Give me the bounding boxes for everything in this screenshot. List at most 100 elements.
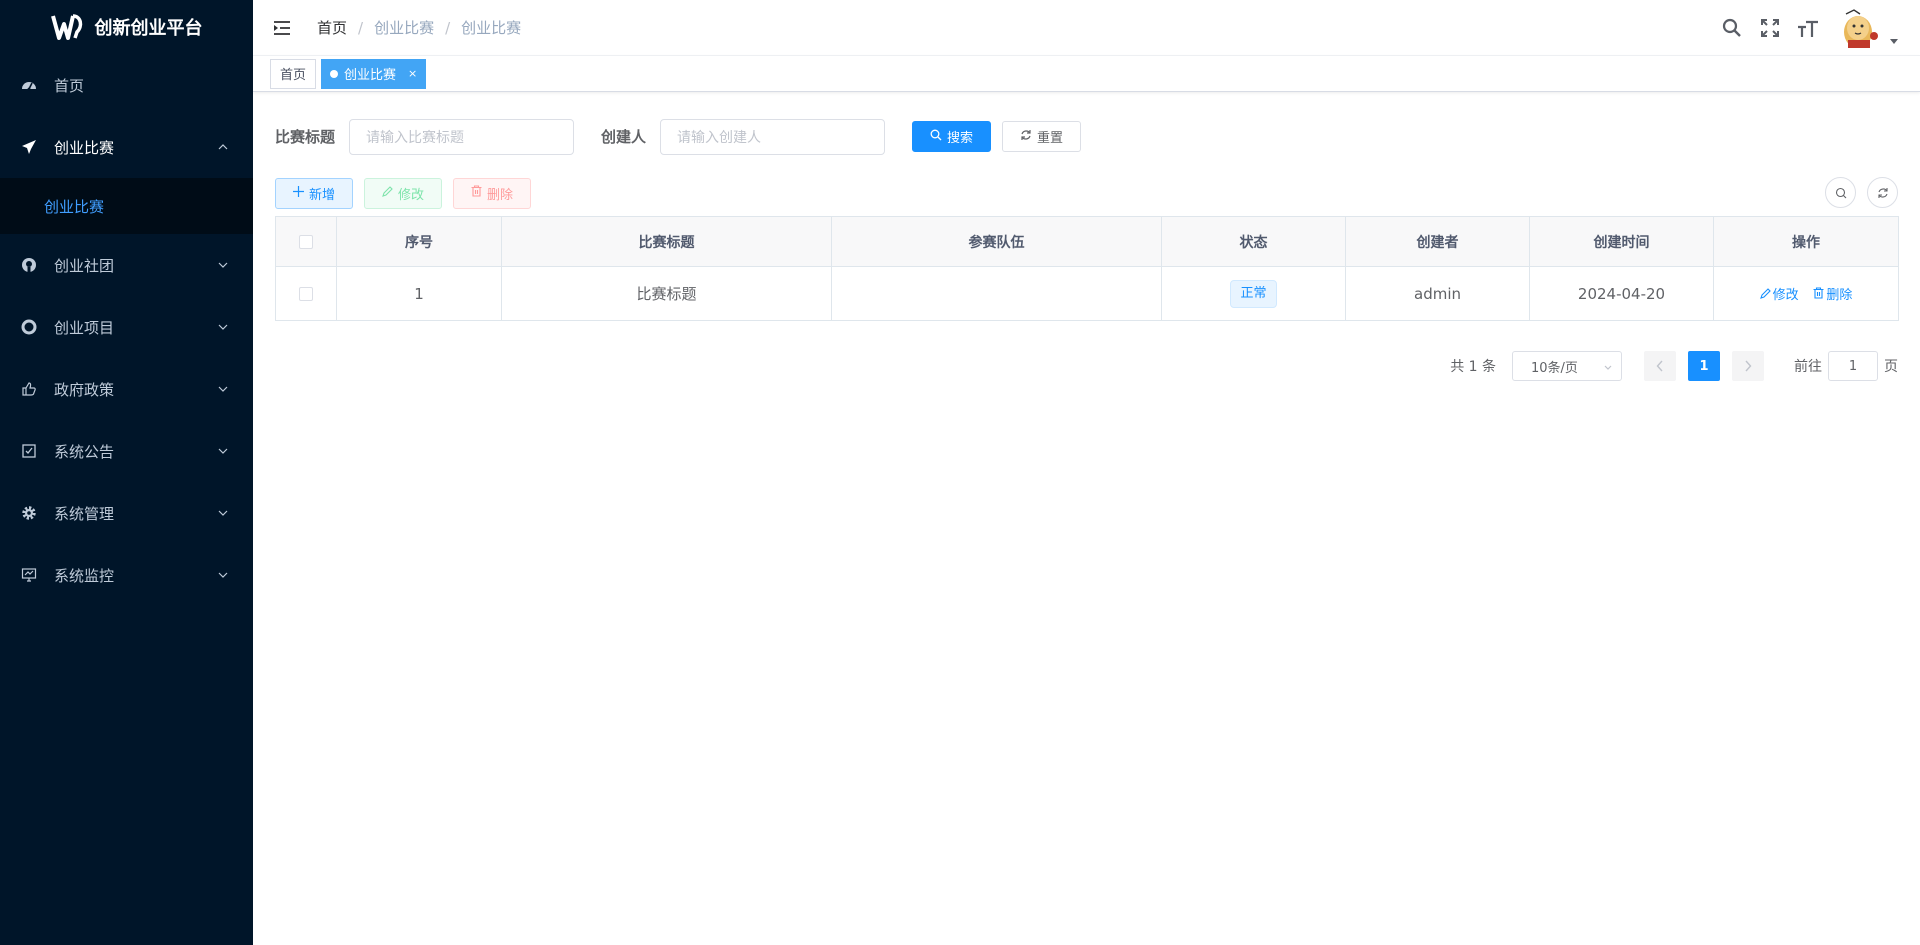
search-button[interactable]: 搜索 (912, 121, 992, 152)
sidebar-item-policy[interactable]: 政府政策 (0, 358, 253, 420)
title-search-input[interactable]: 请输入比赛标题 (349, 118, 575, 155)
close-icon[interactable]: × (408, 67, 417, 80)
chevron-left-icon (1656, 360, 1663, 372)
column-header: 比赛标题 (501, 216, 832, 267)
logo[interactable]: 创新创业平台 (0, 0, 253, 54)
tags-view: 首页 创业比赛 × (253, 56, 1920, 92)
column-header: 序号 (336, 216, 502, 267)
row-delete-link[interactable]: 删除 (1813, 284, 1852, 303)
prev-page-button[interactable] (1644, 351, 1676, 381)
refresh-table-button[interactable] (1867, 177, 1898, 208)
sidebar: 创新创业平台 首页 创业比赛 创业比赛 创业社团 创业项目 政府政策 系统公告 … (0, 0, 253, 945)
chevron-up-icon (217, 141, 229, 153)
edit-button-label: 修改 (398, 187, 425, 203)
column-header: 创建时间 (1529, 216, 1714, 267)
table-header-row: 序号 比赛标题 参赛队伍 状态 创建者 创建时间 操作 (275, 216, 1899, 267)
goto-prefix: 前往 (1794, 359, 1822, 375)
tag-label: 首页 (280, 68, 307, 83)
cell-title: 比赛标题 (501, 266, 832, 321)
trash-icon (1813, 287, 1824, 299)
goto-suffix: 页 (1884, 359, 1898, 375)
edit-icon (1759, 288, 1771, 300)
sidebar-item-label: 创业比赛 (54, 138, 115, 157)
column-header: 参赛队伍 (831, 216, 1162, 267)
pagination-total: 共 1 条 (1450, 359, 1496, 375)
goto-page-input[interactable]: 1 (1828, 351, 1878, 381)
add-button-label: 新增 (309, 187, 336, 203)
table-tools (1825, 177, 1898, 208)
search-icon[interactable] (1720, 16, 1744, 40)
reset-button-label: 重置 (1037, 131, 1064, 146)
chevron-down-icon (217, 569, 229, 581)
sidebar-item-clubs[interactable]: 创业社团 (0, 234, 253, 296)
sidebar-item-label: 系统监控 (54, 566, 115, 585)
row-edit-link[interactable]: 修改 (1759, 284, 1799, 303)
gear-icon (20, 504, 38, 522)
table-row: 1 比赛标题 正常 admin 2024-04-20 修改 删除 (275, 266, 1899, 321)
status-badge: 正常 (1230, 279, 1277, 308)
sidebar-item-projects[interactable]: 创业项目 (0, 296, 253, 358)
sidebar-item-system[interactable]: 系统管理 (0, 482, 253, 544)
logo-icon (50, 10, 85, 44)
chevron-down-icon (217, 321, 229, 333)
next-page-button[interactable] (1732, 351, 1764, 381)
chevron-down-icon (217, 383, 229, 395)
sidebar-item-label: 首页 (54, 76, 85, 95)
breadcrumb-item-home[interactable]: 首页 (317, 17, 347, 38)
sidebar-item-monitor[interactable]: 系统监控 (0, 544, 253, 606)
tag-home[interactable]: 首页 (270, 58, 317, 89)
search-button-label: 搜索 (947, 131, 974, 146)
creator-search-input[interactable]: 请输入创建人 (660, 118, 886, 155)
sidebar-item-label: 系统公告 (54, 442, 115, 461)
tag-competition[interactable]: 创业比赛 × (321, 58, 427, 89)
sidebar-item-label: 创业社团 (54, 256, 115, 275)
page-number-current[interactable]: 1 (1688, 351, 1720, 381)
search-icon (1835, 187, 1846, 198)
toolbar: 新增 修改 删除 (275, 177, 1898, 209)
active-dot-icon (330, 69, 339, 78)
creator-label: 创建人 (601, 128, 647, 146)
caret-down-icon (1890, 33, 1898, 44)
sidebar-item-label: 创业项目 (54, 318, 115, 337)
row-checkbox[interactable] (299, 287, 313, 301)
add-button[interactable]: 新增 (275, 177, 354, 209)
app-title: 创新创业平台 (94, 18, 203, 39)
github-icon (20, 256, 38, 274)
search-icon (930, 129, 942, 145)
main-area: 首页 / 创业比赛 / 创业比赛 首页 创业比赛 × 比赛标题 请输入比赛标题 … (253, 0, 1920, 945)
fullscreen-icon[interactable] (1758, 16, 1782, 40)
breadcrumb-separator: / (358, 18, 364, 37)
plus-icon (293, 185, 304, 201)
sidebar-item-home[interactable]: 首页 (0, 54, 253, 116)
avatar[interactable] (1838, 6, 1882, 50)
user-menu[interactable] (1838, 6, 1898, 50)
chevron-right-icon (1745, 360, 1752, 372)
select-all-checkbox[interactable] (299, 234, 313, 249)
column-header: 状态 (1161, 216, 1346, 267)
toggle-search-button[interactable] (1825, 177, 1856, 208)
cell-status: 正常 (1161, 266, 1346, 321)
sidebar-item-label: 系统管理 (54, 504, 115, 523)
page-size-select[interactable]: 10条/页 (1512, 351, 1622, 381)
reset-button[interactable]: 重置 (1002, 121, 1082, 152)
sidebar-item-notices[interactable]: 系统公告 (0, 420, 253, 482)
chevron-down-icon (217, 259, 229, 271)
sidebar-subitem-competition[interactable]: 创业比赛 (0, 178, 253, 234)
cell-actions: 修改 删除 (1713, 266, 1899, 321)
navbar: 首页 / 创业比赛 / 创业比赛 (253, 0, 1920, 56)
paper-plane-icon (20, 138, 38, 156)
sidebar-item-competition[interactable]: 创业比赛 (0, 116, 253, 178)
cell-creator: admin (1345, 266, 1530, 321)
delete-button[interactable]: 删除 (453, 177, 532, 209)
font-size-icon[interactable] (1796, 16, 1820, 40)
title-label: 比赛标题 (275, 128, 336, 146)
breadcrumb-item-current: 创业比赛 (461, 19, 522, 37)
column-header: 创建者 (1345, 216, 1530, 267)
edit-button[interactable]: 修改 (364, 177, 443, 209)
pagination: 共 1 条 10条/页 1 前往 1 页 (275, 351, 1898, 381)
edit-icon (382, 185, 393, 201)
dashboard-icon (20, 76, 38, 94)
select-cell (275, 266, 337, 321)
menu-toggle-icon[interactable] (271, 17, 293, 39)
right-menu (1706, 0, 1898, 56)
